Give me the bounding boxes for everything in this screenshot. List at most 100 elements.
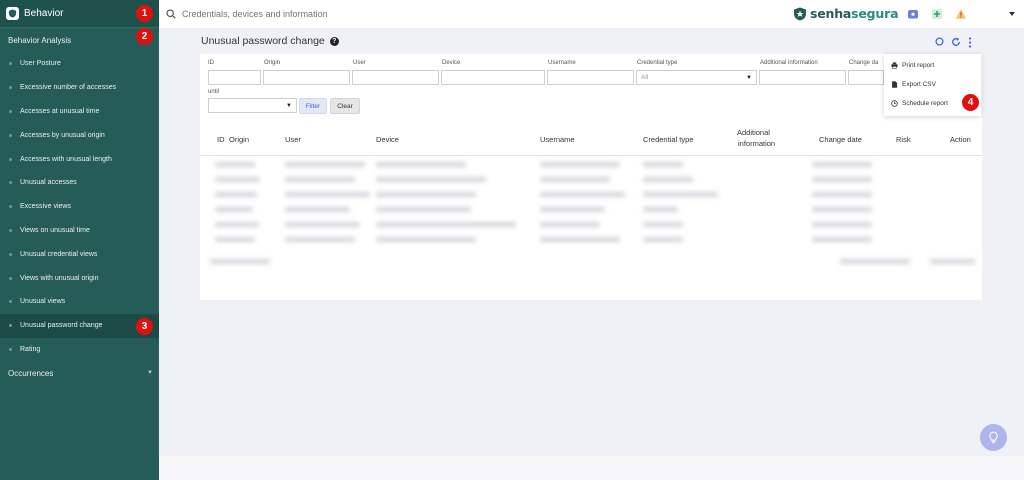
blurred-cell (376, 207, 471, 212)
filter-change-date-label: Change da (849, 60, 879, 66)
annotation-badge-3: 3 (136, 318, 153, 335)
blurred-cell (376, 162, 466, 167)
blurred-cell (812, 207, 872, 212)
sidebar-item-label: Accesses at unusual time (20, 107, 100, 115)
blurred-cell (930, 259, 975, 264)
filter-change-date-input[interactable] (848, 70, 884, 85)
sidebar-item-unusual-accesses[interactable]: Unusual accesses (0, 171, 159, 195)
blurred-cell (285, 162, 365, 167)
clear-button[interactable]: Clear (330, 98, 360, 114)
help-icon[interactable]: ? (329, 36, 339, 46)
sidebar-item-views-unusual-time[interactable]: Views on unusual time (0, 219, 159, 243)
user-menu-chevron-icon[interactable] (1009, 12, 1015, 17)
top-bar: senhasegura (159, 0, 1024, 28)
column-header-credential-type[interactable]: Credential type (643, 135, 693, 144)
more-options-icon[interactable] (967, 37, 973, 48)
sidebar-section-occurrences[interactable]: Occurrences ▼ (0, 361, 159, 385)
sidebar-item-unusual-credential-views[interactable]: Unusual credential views (0, 242, 159, 266)
blurred-cell (540, 192, 625, 197)
bullet-icon (9, 228, 12, 232)
column-header-origin[interactable]: Origin (229, 135, 249, 144)
blurred-cell (285, 207, 350, 212)
sidebar-section-behavior-analysis[interactable]: Behavior Analysis (0, 28, 159, 52)
blurred-cell (210, 259, 270, 264)
sidebar-menu: User Posture Excessive number of accesse… (0, 52, 159, 361)
bullet-icon (9, 133, 12, 137)
blurred-cell (643, 222, 683, 227)
add-icon[interactable] (931, 8, 943, 20)
footer (159, 456, 1024, 480)
blurred-cell (812, 177, 872, 182)
refresh-icon[interactable] (951, 37, 961, 47)
column-header-additional-info-line1[interactable]: Additional (737, 128, 770, 137)
menu-item-label: Print report (902, 62, 935, 69)
bullet-icon (9, 276, 12, 280)
blurred-cell (285, 177, 355, 182)
sidebar-item-rating[interactable]: Rating (0, 338, 159, 362)
filter-button[interactable]: Filter (299, 98, 327, 114)
chevron-down-icon: ▼ (147, 370, 153, 377)
column-header-change-date[interactable]: Change date (819, 135, 862, 144)
filter-additional-info-label: Additional information (760, 60, 818, 66)
filter-origin-input[interactable] (263, 70, 350, 85)
filter-credential-type-select[interactable]: All ▼ (636, 70, 757, 85)
annotation-badge-2: 2 (136, 28, 153, 45)
sidebar-item-excessive-views[interactable]: Excessive views (0, 195, 159, 219)
blurred-cell (812, 192, 872, 197)
blurred-cell (376, 222, 516, 227)
brand-logo[interactable]: senhasegura (793, 6, 899, 21)
blurred-cell (285, 192, 370, 197)
sidebar-item-label: Views on unusual time (20, 226, 90, 234)
sidebar-item-user-posture[interactable]: User Posture (0, 52, 159, 76)
sidebar-item-label: Excessive number of accesses (20, 84, 117, 92)
warning-icon[interactable] (955, 8, 967, 20)
column-header-device[interactable]: Device (376, 135, 399, 144)
blurred-cell (285, 237, 355, 242)
blurred-cell (215, 177, 260, 182)
bullet-icon (9, 347, 12, 351)
blurred-cell (643, 192, 718, 197)
column-header-additional-info-line2[interactable]: information (738, 139, 775, 148)
sidebar-item-unusual-views[interactable]: Unusual views (0, 290, 159, 314)
blurred-cell (285, 222, 360, 227)
search-input[interactable] (182, 9, 482, 19)
sidebar-item-accesses-unusual-time[interactable]: Accesses at unusual time (0, 100, 159, 124)
table-header: ID Origin User Device Username Credentia… (200, 124, 982, 156)
filter-username-label: Username (548, 60, 576, 66)
filter-device-input[interactable] (441, 70, 545, 85)
sidebar-item-excessive-accesses[interactable]: Excessive number of accesses (0, 76, 159, 100)
sidebar-item-label: Excessive views (20, 203, 71, 211)
sidebar-title: Behavior (24, 8, 64, 19)
menu-item-label: Schedule report (902, 100, 948, 107)
menu-item-export-csv[interactable]: Export CSV (884, 75, 981, 94)
tips-button[interactable] (980, 424, 1007, 451)
vault-icon[interactable] (907, 8, 919, 20)
blurred-cell (812, 237, 872, 242)
search-icon (166, 9, 176, 19)
menu-item-print-report[interactable]: Print report (884, 56, 981, 75)
status-circle-icon[interactable] (935, 37, 944, 46)
sidebar-item-label: Accesses with unusual length (20, 155, 112, 163)
blurred-table-body (200, 157, 982, 297)
filter-additional-info-input[interactable] (759, 70, 846, 85)
brand-shield-icon (794, 7, 806, 20)
sidebar-item-accesses-unusual-origin[interactable]: Accesses by unusual origin (0, 123, 159, 147)
chevron-down-icon: ▼ (286, 103, 292, 109)
filter-until-select[interactable]: ▼ (208, 98, 297, 113)
sidebar-item-views-unusual-origin[interactable]: Views with unusual origin (0, 266, 159, 290)
column-header-id[interactable]: ID (217, 135, 225, 144)
column-header-username[interactable]: Username (540, 135, 575, 144)
blurred-cell (643, 207, 678, 212)
column-header-risk[interactable]: Risk (896, 135, 911, 144)
filter-user-input[interactable] (352, 70, 439, 85)
column-header-user[interactable]: User (285, 135, 301, 144)
filter-username-input[interactable] (547, 70, 634, 85)
page-title: Unusual password change ? (201, 35, 339, 47)
filter-user-label: User (353, 60, 366, 66)
sidebar-item-accesses-unusual-length[interactable]: Accesses with unusual length (0, 147, 159, 171)
filter-id-input[interactable] (208, 70, 261, 85)
sidebar: Behavior Behavior Analysis User Posture … (0, 0, 159, 480)
blurred-cell (812, 222, 872, 227)
column-header-action[interactable]: Action (950, 135, 971, 144)
file-icon (892, 81, 898, 88)
